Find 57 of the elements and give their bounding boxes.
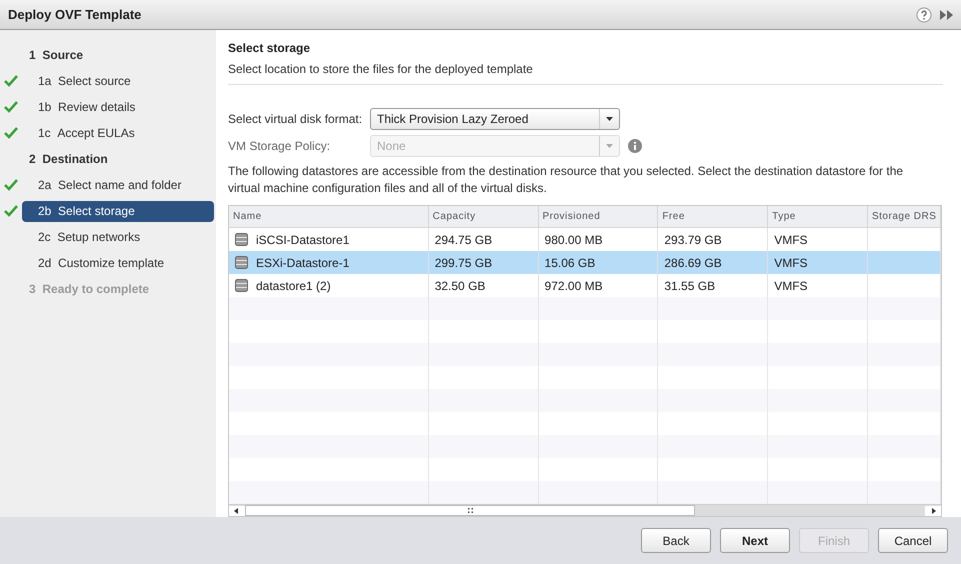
column-header[interactable]: Provisioned xyxy=(538,206,658,227)
scroll-right-icon[interactable] xyxy=(925,506,941,516)
wizard-step[interactable]: 2d Customize template xyxy=(22,252,214,274)
checkmark-icon xyxy=(4,75,18,87)
table-cell-text: 294.75 GB xyxy=(434,232,492,248)
table-cell-text: ESXi-Datastore-1 xyxy=(256,254,350,272)
wizard-step[interactable]: 1b Review details xyxy=(22,96,214,118)
wizard-step[interactable]: 2 Destination xyxy=(22,148,214,170)
database-icon xyxy=(235,233,248,246)
table-cell-text: 293.79 GB xyxy=(664,232,722,248)
table-cell-text: VMFS xyxy=(774,232,808,248)
column-header[interactable]: Type xyxy=(768,206,868,227)
checkmark-icon xyxy=(4,205,18,217)
table-cell-text: 32.50 GB xyxy=(434,278,486,294)
table-cell-text: VMFS xyxy=(774,278,808,294)
table-cell-text: 15.06 GB xyxy=(544,254,596,272)
column-header[interactable]: Capacity xyxy=(428,206,538,227)
checkmark-icon xyxy=(4,101,18,113)
dialog-button[interactable]: Back xyxy=(641,528,711,553)
description-text: The following datastores are accessible from the destination resource that you selected. Select the destination datastore for the virtual machine configuration files and all of the virtual disks. xyxy=(228,163,904,197)
caret-icon xyxy=(606,116,613,120)
page-title: Select storage xyxy=(228,40,312,57)
caret-icon xyxy=(606,144,613,148)
table-cell-text: 286.69 GB xyxy=(664,254,722,272)
table-cell-text: 972.00 MB xyxy=(544,278,603,294)
wizard-step[interactable]: 2a Select name and folder xyxy=(22,174,214,196)
field-label: Select virtual disk format: xyxy=(228,110,364,128)
window-title: Deploy OVF Template xyxy=(8,6,142,24)
page-subtitle: Select location to store the files for the deployed template xyxy=(228,61,534,78)
table-cell-text: VMFS xyxy=(774,254,808,272)
checkmark-icon xyxy=(4,179,18,191)
table-cell-text: 980.00 MB xyxy=(544,232,603,248)
grip-icon xyxy=(468,508,472,513)
column-header[interactable]: Name xyxy=(229,206,429,227)
field-label: VM Storage Policy: xyxy=(228,138,332,154)
wizard-step[interactable]: 1c Accept EULAs xyxy=(22,122,214,144)
table-cell-text: 299.75 GB xyxy=(434,254,492,272)
wizard-step[interactable]: 2c Setup networks xyxy=(22,226,214,248)
column-header[interactable]: Free xyxy=(658,206,768,227)
table-cell-text: datastore1 (2) xyxy=(256,278,331,294)
wizard-step[interactable]: 1a Select source xyxy=(22,70,214,92)
horizontal-scrollbar[interactable] xyxy=(229,504,941,516)
help-icon[interactable] xyxy=(916,6,932,22)
dialog-button[interactable]: Cancel xyxy=(878,528,948,553)
scroll-left-icon[interactable] xyxy=(229,506,245,516)
checkmark-icon xyxy=(4,127,18,139)
database-icon xyxy=(235,279,248,292)
wizard-step[interactable]: 1 Source xyxy=(22,44,214,66)
table-row[interactable]: ESXi-Datastore-1 299.75 GB 15.06 GB 286.69 GB VMFS xyxy=(229,251,941,274)
collapse-icon[interactable] xyxy=(940,10,953,20)
dropdown[interactable]: Thick Provision Lazy Zeroed xyxy=(370,108,620,130)
dialog-button[interactable]: Next xyxy=(720,528,790,553)
column-header[interactable]: Storage DRS xyxy=(868,206,941,227)
wizard-step[interactable]: 2b Select storage xyxy=(22,200,214,222)
database-icon xyxy=(235,256,248,269)
table-cell-text: 31.55 GB xyxy=(664,278,716,294)
table-cell-text: iSCSI-Datastore1 xyxy=(256,232,350,248)
